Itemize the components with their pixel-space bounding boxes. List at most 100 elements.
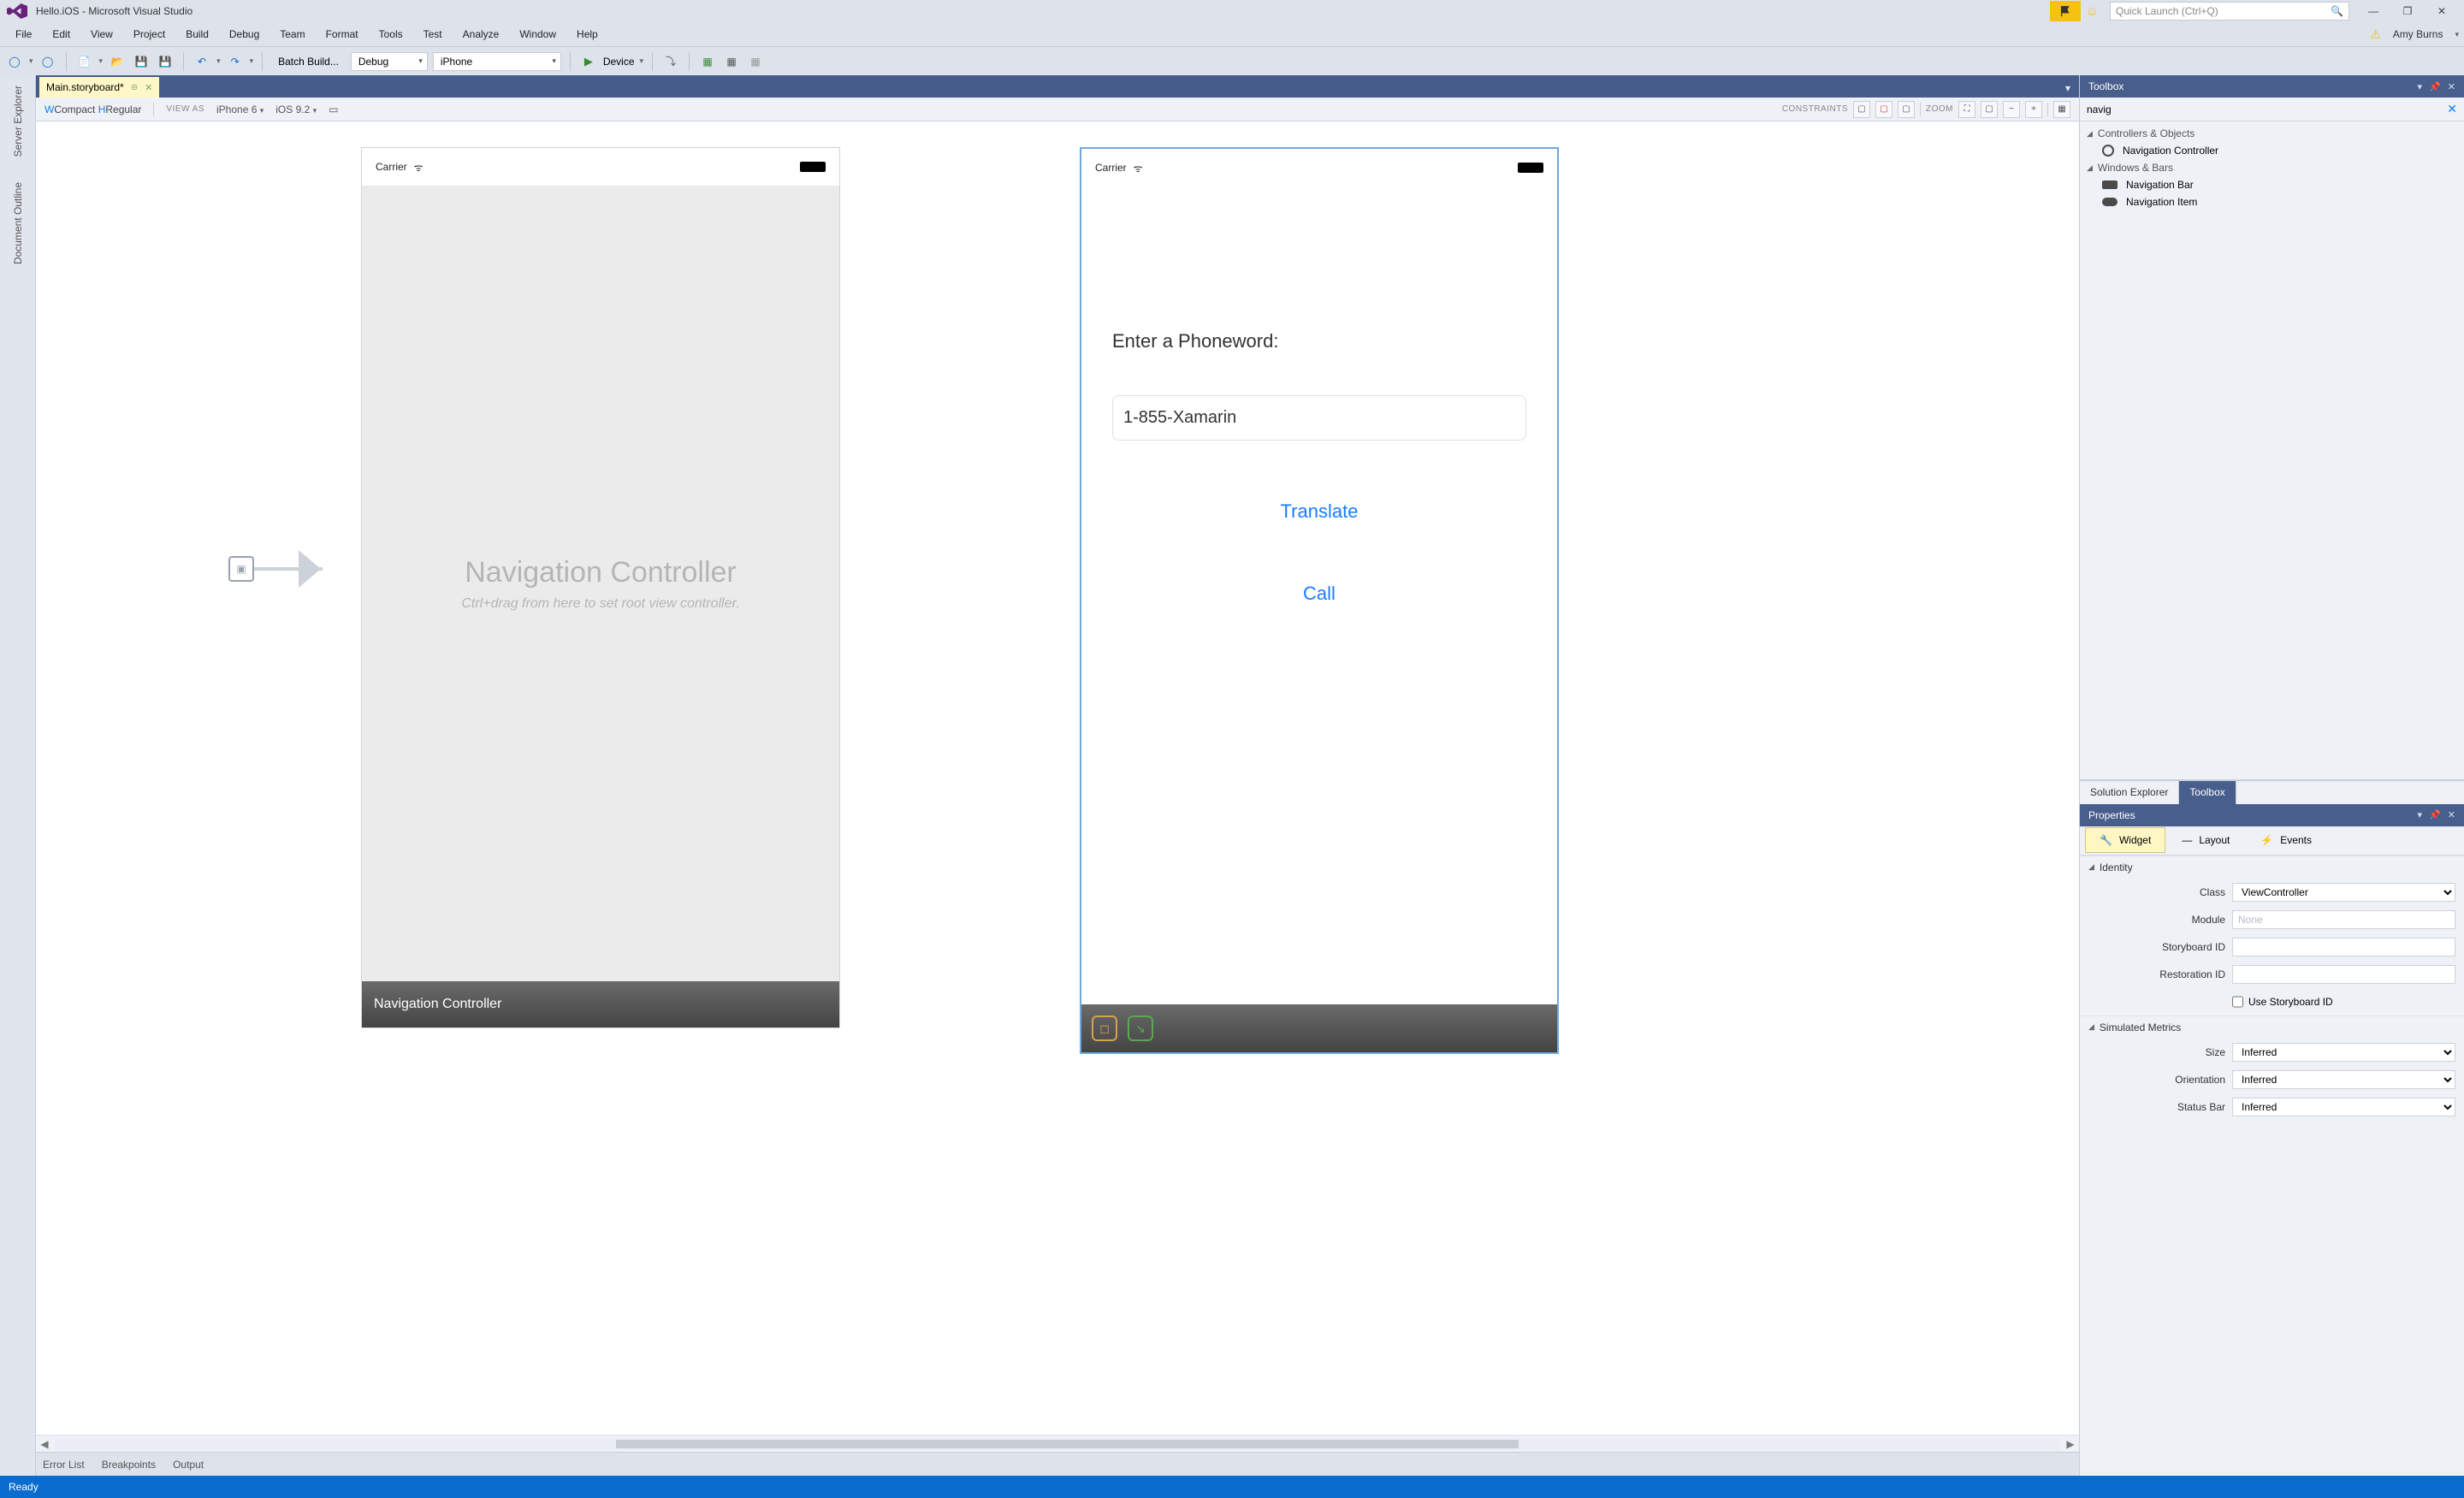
toolbox-search-input[interactable] [2087,104,2447,115]
document-outline-tab[interactable]: Document Outline [10,177,26,269]
signed-in-user[interactable]: Amy Burns [2384,28,2452,40]
translate-button[interactable]: Translate [1112,500,1526,523]
open-file-button[interactable]: 📂 [108,51,127,72]
notifications-flag-icon[interactable] [2050,1,2081,21]
constraint-mode-2-icon[interactable]: ▢ [1875,101,1892,118]
class-dropdown[interactable]: ViewController [2232,883,2455,902]
navigation-controller-scene[interactable]: Carrier ᯤ Navigation Controller Ctrl+dra… [361,147,840,1028]
menu-format[interactable]: Format [316,25,369,44]
horizontal-scrollbar[interactable]: ◀ ▶ [36,1435,2079,1452]
save-button[interactable]: 💾 [132,51,151,72]
pin-icon[interactable]: ⊜ [131,83,138,92]
menu-project[interactable]: Project [123,25,175,44]
properties-tab-events[interactable]: ⚡ Events [2246,827,2326,853]
minimize-button[interactable]: — [2356,3,2390,20]
toolbox-item-navigation-bar[interactable]: Navigation Bar [2080,176,2464,193]
initial-view-controller-arrow[interactable]: ▣ [228,556,323,582]
close-button[interactable]: ✕ [2425,3,2459,20]
target-device-dropdown[interactable]: iPhone [433,52,561,71]
solution-explorer-tab[interactable]: Solution Explorer [2080,781,2179,804]
close-tab-icon[interactable]: ✕ [145,82,152,93]
menu-file[interactable]: File [5,25,42,44]
properties-panel-title[interactable]: Properties ▾ 📌 ✕ [2080,804,2464,826]
zoom-in-icon[interactable]: + [2025,101,2042,118]
new-project-button[interactable]: 📄 [75,51,94,72]
user-dropdown-icon[interactable]: ▾ [2455,30,2459,39]
breakpoints-tab[interactable]: Breakpoints [102,1459,156,1471]
close-panel-icon[interactable]: ✕ [2448,81,2455,92]
orientation-dropdown[interactable]: Inferred [2232,1070,2455,1089]
menu-build[interactable]: Build [175,25,219,44]
save-all-button[interactable]: 💾 [156,51,175,72]
toolbox-item-navigation-controller[interactable]: Navigation Controller [2080,142,2464,159]
restoration-id-input[interactable] [2232,965,2455,984]
toolbox-search[interactable]: ✕ [2080,98,2464,121]
pin-icon[interactable]: 📌 [2429,809,2441,820]
redo-button[interactable]: ↷ [226,51,245,72]
close-panel-icon[interactable]: ✕ [2448,809,2455,820]
document-tab-main-storyboard[interactable]: Main.storyboard* ⊜ ✕ [39,77,159,98]
step-button[interactable]: ⤵ [661,51,680,72]
tool-button-3[interactable]: ▦ [746,51,765,72]
restore-button[interactable]: ❐ [2390,3,2425,20]
view-as-device-dropdown[interactable]: iPhone 6 ▾ [216,104,264,115]
menu-test[interactable]: Test [413,25,453,44]
use-storyboard-id-checkbox[interactable]: Use Storyboard ID [2232,992,2333,1011]
zoom-out-icon[interactable]: − [2003,101,2020,118]
menu-tools[interactable]: Tools [369,25,413,44]
call-button[interactable]: Call [1112,583,1526,605]
nav-controller-footer[interactable]: Navigation Controller [362,981,839,1027]
menu-help[interactable]: Help [566,25,608,44]
storyboard-id-input[interactable] [2232,938,2455,956]
properties-tab-widget[interactable]: 🔧 Widget [2085,827,2165,853]
menu-debug[interactable]: Debug [219,25,270,44]
output-tab[interactable]: Output [173,1459,204,1471]
pin-icon[interactable]: 📌 [2429,81,2441,92]
back-button[interactable]: ◯ [5,51,24,72]
module-input[interactable] [2232,910,2455,929]
tool-button-2[interactable]: ▦ [722,51,741,72]
phoneword-label[interactable]: Enter a Phoneword: [1112,330,1526,352]
window-options-icon[interactable]: ▾ [2418,809,2423,820]
properties-tab-layout[interactable]: — Layout [2167,827,2244,853]
constraint-mode-1-icon[interactable]: ▢ [1853,101,1870,118]
menu-window[interactable]: Window [509,25,566,44]
undo-button[interactable]: ↶ [192,51,211,72]
scroll-left-icon[interactable]: ◀ [36,1438,53,1450]
toolbox-group-controllers[interactable]: ◢Controllers & Objects [2080,125,2464,142]
storyboard-canvas[interactable]: ▣ Carrier ᯤ Navigation Controller Ctrl+d… [36,121,2079,1435]
forward-button[interactable]: ◯ [38,51,57,72]
toolbox-item-navigation-item[interactable]: Navigation Item [2080,193,2464,210]
phoneword-textfield[interactable] [1112,395,1526,441]
view-as-ios-dropdown[interactable]: iOS 9.2 ▾ [275,104,317,115]
clear-search-icon[interactable]: ✕ [2447,102,2457,116]
simulated-metrics-section-header[interactable]: ◢Simulated Metrics [2080,1015,2464,1039]
tool-button-1[interactable]: ▦ [698,51,717,72]
menu-team[interactable]: Team [270,25,315,44]
size-class-indicator[interactable]: WCompact HRegular [44,104,141,115]
view-controller-scene[interactable]: Carrier ᯤ Enter a Phoneword: Translate C… [1080,147,1559,1054]
feedback-smiley-icon[interactable]: ☺ [2081,1,2103,21]
orientation-icon[interactable]: ▭ [329,104,338,115]
tab-dropdown-icon[interactable]: ▾ [2062,79,2074,98]
zoom-fit-icon[interactable]: ⛶ [1958,101,1975,118]
scroll-right-icon[interactable]: ▶ [2062,1438,2079,1450]
status-bar-dropdown[interactable]: Inferred [2232,1098,2455,1116]
run-play-icon[interactable]: ▶ [579,51,598,72]
identity-section-header[interactable]: ◢Identity [2080,856,2464,879]
menu-view[interactable]: View [80,25,123,44]
size-dropdown[interactable]: Inferred [2232,1043,2455,1062]
batch-build-button[interactable]: Batch Build... [271,56,346,68]
constraint-mode-3-icon[interactable]: ▢ [1898,101,1915,118]
view-controller-icon[interactable]: ◻ [1092,1015,1117,1041]
configuration-dropdown[interactable]: Debug [351,52,428,71]
quick-launch-input[interactable]: Quick Launch (Ctrl+Q) 🔍 [2110,2,2349,21]
toolbox-panel-title[interactable]: Toolbox ▾ 📌 ✕ [2080,75,2464,98]
run-device-label[interactable]: Device [603,56,635,68]
zoom-actual-icon[interactable]: ▢ [1981,101,1998,118]
scene-dock[interactable]: ◻ ↘ [1081,1004,1557,1052]
toolbox-tab[interactable]: Toolbox [2179,781,2236,804]
layout-toggle-icon[interactable]: ▦ [2053,101,2070,118]
menu-edit[interactable]: Edit [42,25,80,44]
window-options-icon[interactable]: ▾ [2418,81,2423,92]
